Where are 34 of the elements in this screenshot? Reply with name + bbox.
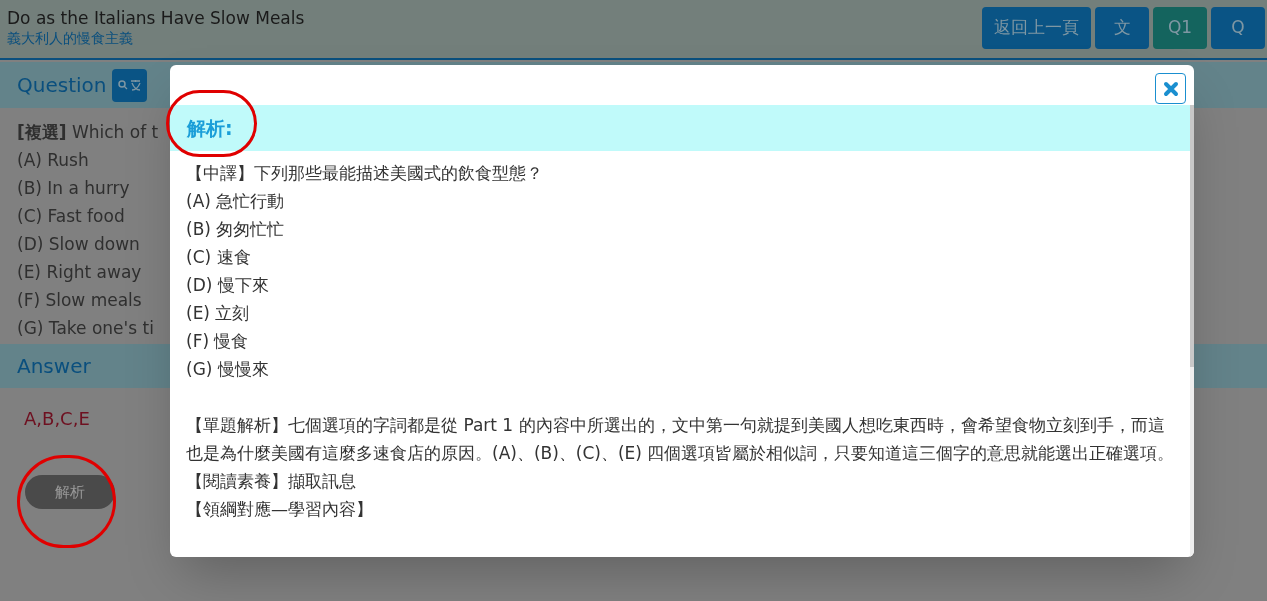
explanation-heading: 解析: [187, 115, 233, 141]
nav-button[interactable]: 返回上一頁 [982, 7, 1091, 49]
explain-button[interactable]: 解析 [25, 475, 115, 509]
explanation-paragraph: 【單題解析】七個選項的字詞都是從 Part 1 的內容中所選出的，文中第一句就提到美國人想吃東西時，會希望食物立刻到手，而這也是為什麼美國有這麼多速食店的原因。(A)、(B)、(C)、(E) 四個選項皆屬於相似詞，只要知道這三個字的意思就能選出正確選項。 [186, 414, 1176, 465]
explanation-line: (A) 急忙行動 [186, 190, 285, 213]
question-option: (D) Slow down [17, 230, 140, 258]
nav-button[interactable]: 文 [1095, 7, 1149, 49]
close-icon [1162, 80, 1179, 97]
explanation-line: (D) 慢下來 [186, 274, 269, 297]
translate-icon [117, 79, 142, 91]
answer-value: A,B,C,E [24, 407, 90, 431]
nav-button[interactable]: Q [1211, 7, 1265, 49]
question-option: (B) In a hurry [17, 174, 130, 202]
explanation-line: (B) 匆匆忙忙 [186, 218, 285, 241]
question-option: (C) Fast food [17, 202, 125, 230]
question-option: (E) Right away [17, 258, 142, 286]
question-heading: Question [17, 72, 107, 99]
question-option: (F) Slow meals [17, 286, 142, 314]
question-stem: [複選] Which of t [17, 121, 159, 144]
question-option: (A) Rush [17, 146, 89, 174]
translate-button[interactable] [112, 68, 148, 102]
answer-heading: Answer [17, 353, 91, 380]
lesson-title: Do as the Italians Have Slow Meals [7, 7, 305, 29]
nav-button[interactable]: Q1 [1153, 7, 1207, 49]
explanation-line: (C) 速食 [186, 246, 251, 269]
explanation-line: (E) 立刻 [186, 302, 250, 325]
explanation-paragraph: 【閱讀素養】擷取訊息 [186, 470, 356, 493]
explanation-line: (G) 慢慢來 [186, 358, 269, 381]
question-option: (G) Take one's ti [17, 314, 154, 342]
close-button[interactable] [1155, 73, 1186, 104]
explanation-line: 【中譯】下列那些最能描述美國式的飲食型態？ [186, 162, 543, 185]
explanation-paragraph: 【領綱對應—學習內容】 [186, 498, 373, 521]
lesson-subtitle: 義大利人的慢食主義 [7, 29, 134, 47]
explanation-line: (F) 慢食 [186, 330, 249, 353]
